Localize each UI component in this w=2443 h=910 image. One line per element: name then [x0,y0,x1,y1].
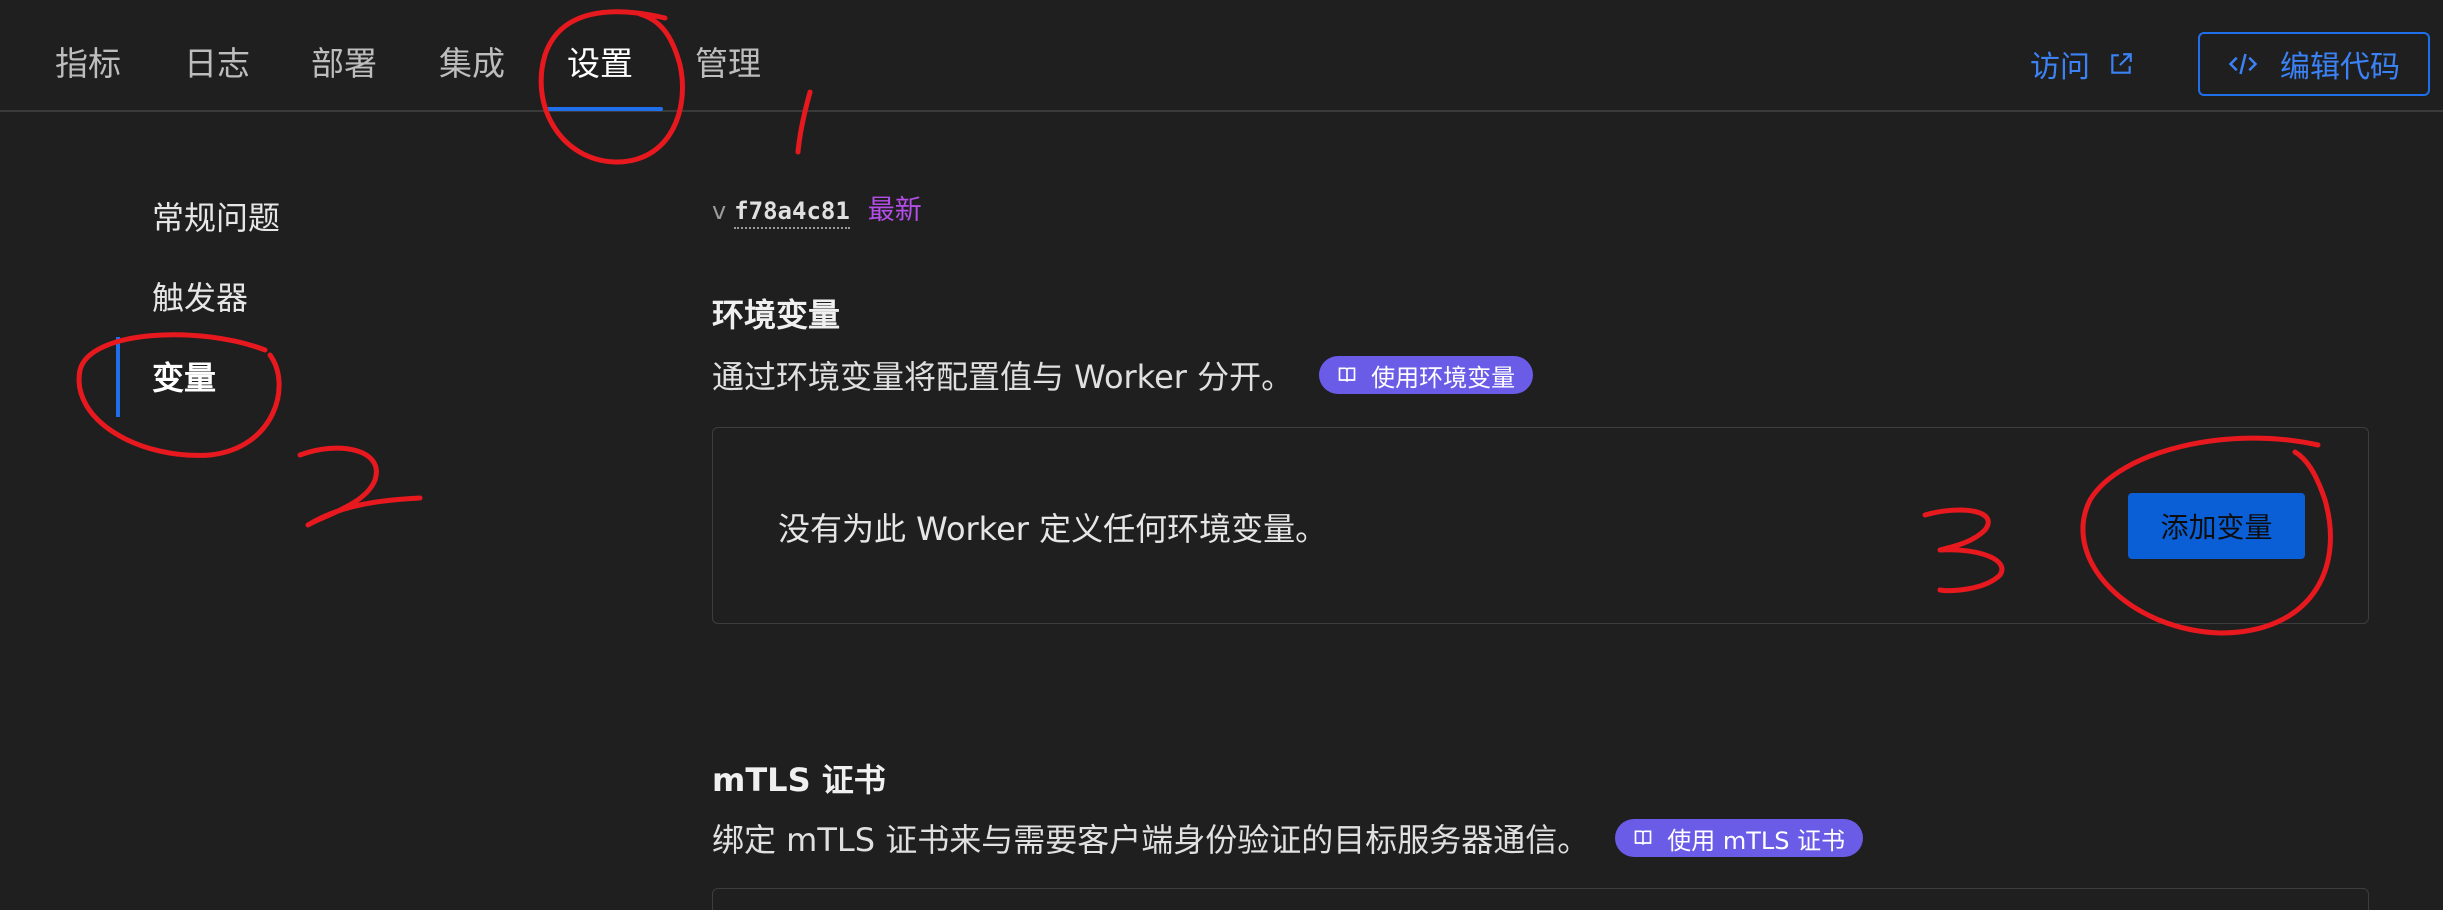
tab-settings[interactable]: 设置 [567,38,633,112]
edit-code-label: 编辑代码 [2280,50,2400,85]
mtls-title: mTLS 证书 [712,761,886,799]
env-vars-empty-text: 没有为此 Worker 定义任何环境变量。 [778,510,1328,548]
sidebar-item-variables[interactable]: 变量 [152,356,216,400]
external-link-icon [2111,53,2132,74]
version-hash[interactable]: f78a4c81 [734,197,850,229]
sidebar-active-indicator [116,337,120,417]
tab-integrations[interactable]: 集成 [439,38,505,112]
mtls-card [712,888,2369,910]
mtls-description: 绑定 mTLS 证书来与需要客户端身份验证的目标服务器通信。 [712,821,1590,859]
active-tab-indicator [545,107,663,111]
mtls-doc-link[interactable]: 使用 mTLS 证书 [1615,819,1864,857]
sidebar-item-general[interactable]: 常规问题 [152,196,280,240]
tab-manage[interactable]: 管理 [695,38,761,112]
tab-deployments[interactable]: 部署 [311,38,377,112]
version-prefix: v [712,197,727,225]
env-vars-description-row: 通过环境变量将配置值与 Worker 分开。 使用环境变量 [712,352,1534,398]
mtls-doc-label: 使用 mTLS 证书 [1667,826,1846,855]
env-vars-description: 通过环境变量将配置值与 Worker 分开。 [712,358,1294,396]
book-icon [1634,830,1652,845]
env-vars-doc-link[interactable]: 使用环境变量 [1319,356,1534,394]
tab-metrics[interactable]: 指标 [55,38,121,112]
env-vars-card: 没有为此 Worker 定义任何环境变量。 添加变量 [712,427,2369,624]
visit-label: 访问 [2030,50,2090,85]
latest-badge: 最新 [867,195,922,226]
env-vars-doc-label: 使用环境变量 [1371,363,1516,392]
visit-link[interactable]: 访问 [2030,44,2134,85]
add-variable-button[interactable]: 添加变量 [2128,493,2305,559]
tab-logs[interactable]: 日志 [184,38,250,112]
settings-page: 指标 日志 部署 集成 设置 管理 访问 编辑代码 常规问题 触发器 变量 v … [0,0,2443,910]
code-icon [2228,53,2258,75]
env-vars-title: 环境变量 [712,296,841,334]
version-line: v f78a4c81 最新 [712,188,922,229]
book-icon [1338,367,1356,382]
mtls-description-row: 绑定 mTLS 证书来与需要客户端身份验证的目标服务器通信。 使用 mTLS 证… [712,815,1864,861]
number-2-mark [297,445,423,528]
edit-code-button[interactable]: 编辑代码 [2198,32,2430,96]
sidebar-item-triggers[interactable]: 触发器 [152,276,248,320]
top-navigation: 指标 日志 部署 集成 设置 管理 访问 编辑代码 [0,0,2443,112]
